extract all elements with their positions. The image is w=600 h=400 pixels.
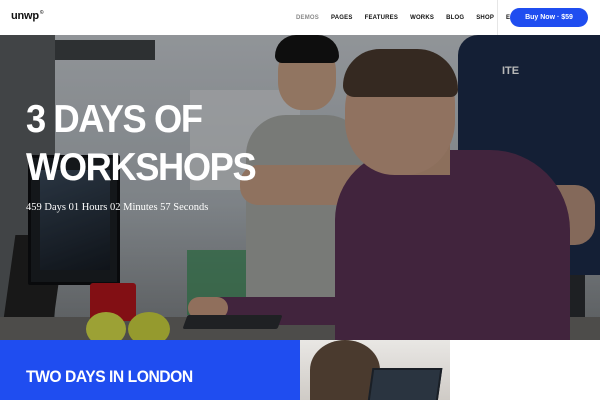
menu-item-blog[interactable]: BLOG <box>446 15 464 21</box>
section-title: TWO DAYS IN LONDON <box>26 367 193 386</box>
secondary-photo <box>300 340 450 400</box>
menu-item-pages[interactable]: PAGES <box>331 15 353 21</box>
blank-panel <box>450 340 600 400</box>
logo-text: unwp <box>11 10 39 22</box>
hero-title: 3 DAYS OF WORKSHOPS <box>26 96 257 192</box>
hero-title-line-2: WORKSHOPS <box>26 146 257 189</box>
main-menu: DEMOS PAGES FEATURES WORKS BLOG SHOP EXT… <box>296 0 539 35</box>
menu-item-demos[interactable]: DEMOS <box>296 15 319 21</box>
logo-registered-mark: © <box>39 10 44 17</box>
top-navigation-bar: unwp© DEMOS PAGES FEATURES WORKS BLOG SH… <box>0 0 600 35</box>
event-countdown: 459 Days 01 Hours 02 Minutes 57 Seconds <box>26 202 209 213</box>
buy-now-button[interactable]: Buy Now · $59 <box>510 8 588 27</box>
brand-logo[interactable]: unwp© <box>11 10 44 22</box>
menu-item-works[interactable]: WORKS <box>410 15 434 21</box>
header-divider <box>497 0 498 35</box>
hero-title-line-1: 3 DAYS OF <box>26 98 203 141</box>
photo-laptop <box>367 368 443 400</box>
menu-item-shop[interactable]: SHOP <box>476 15 494 21</box>
menu-item-features[interactable]: FEATURES <box>365 15 399 21</box>
